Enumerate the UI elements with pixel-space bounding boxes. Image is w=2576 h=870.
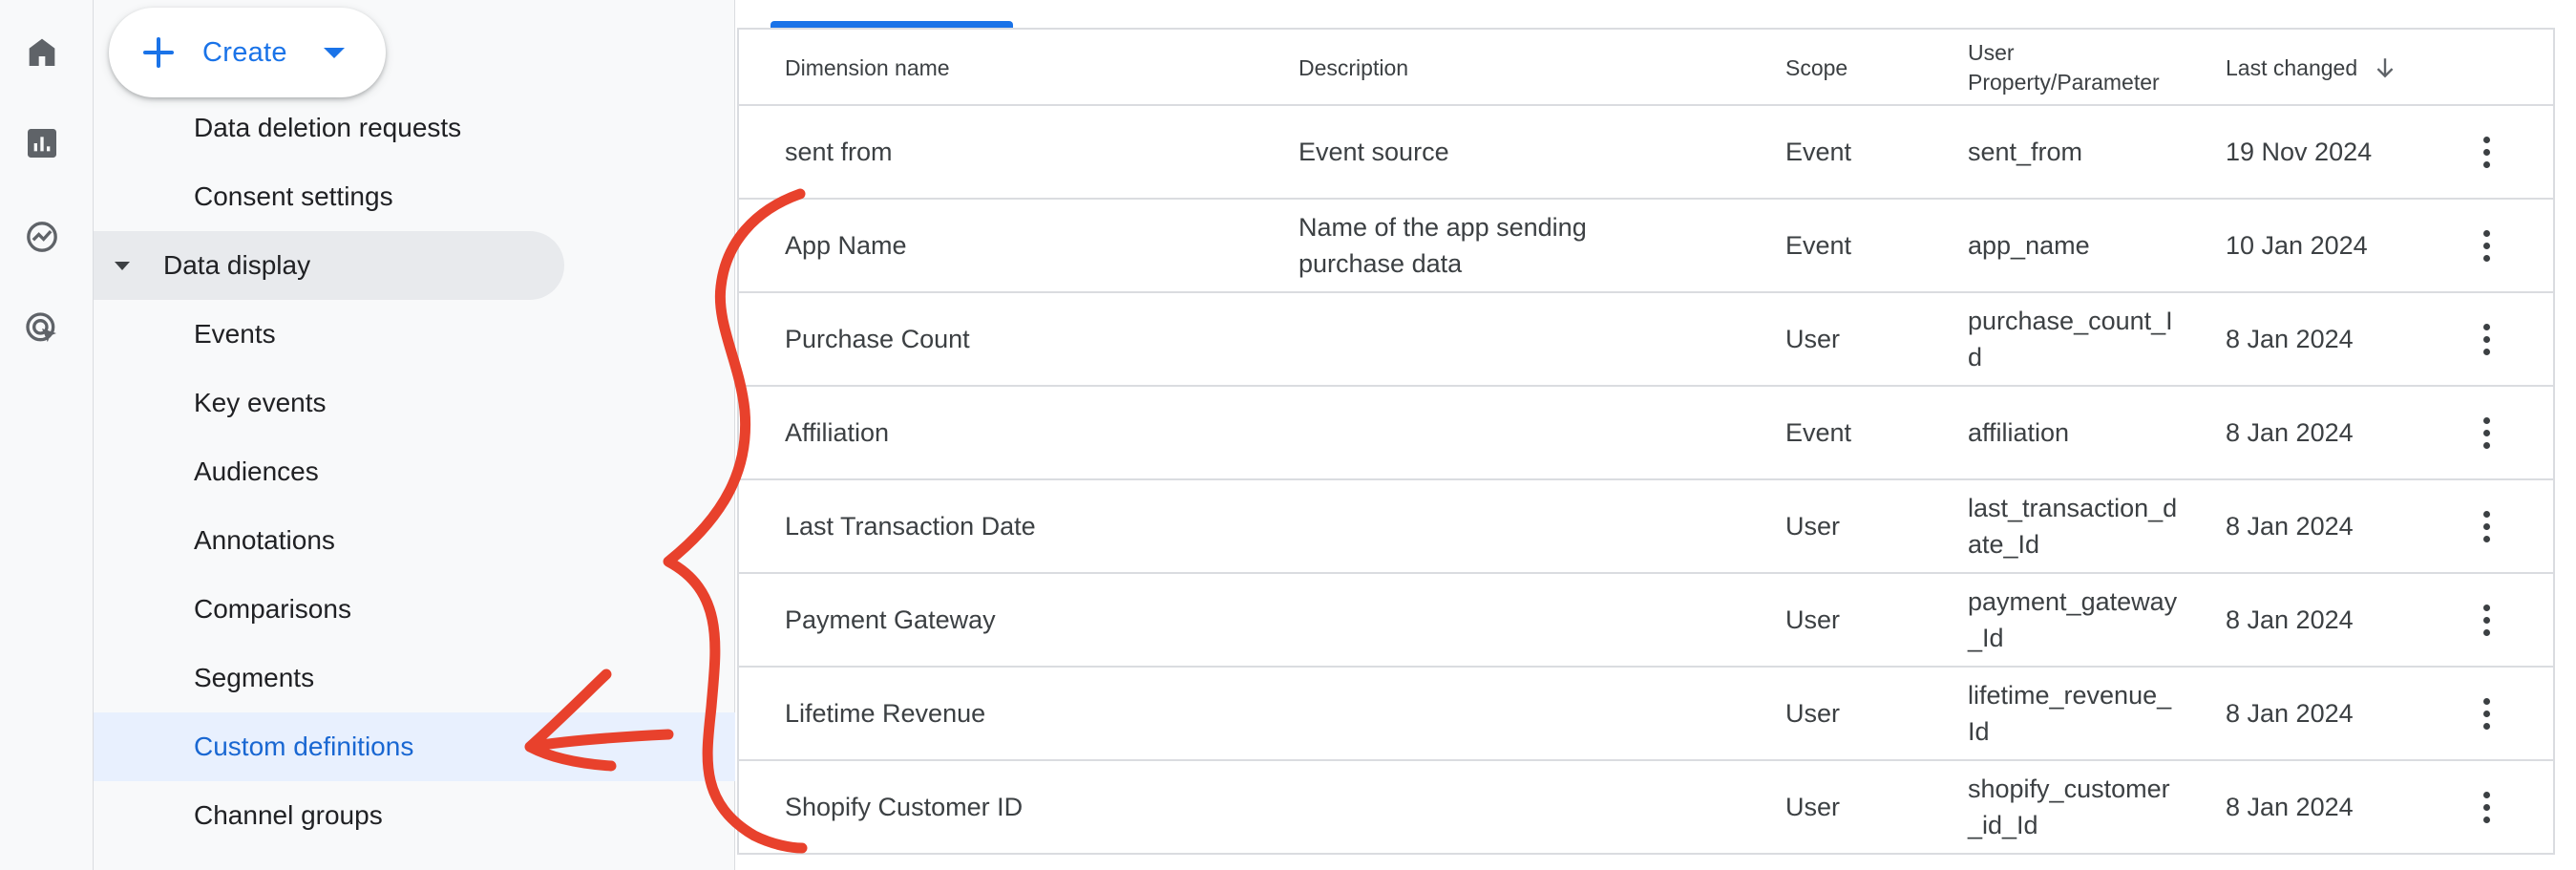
last-changed-cell: 8 Jan 2024: [2226, 512, 2354, 541]
custom-definitions-main: Dimension name Description Scope User Pr…: [737, 0, 2563, 870]
active-tab-indicator: [771, 21, 1013, 28]
table-row[interactable]: Affiliation Event affiliation 8 Jan 2024: [739, 387, 2553, 480]
scope-cell: User: [1785, 512, 1841, 541]
scope-cell: User: [1785, 605, 1841, 634]
header-dimension-name[interactable]: Dimension name: [785, 30, 1262, 106]
last-changed-cell: 19 Nov 2024: [2226, 138, 2373, 166]
sort-descending-icon[interactable]: [2373, 54, 2397, 81]
parameter-cell: affiliation: [1968, 418, 2070, 447]
parameter-cell: shopify_customer_id_Id: [1968, 775, 2170, 839]
collapse-triangle-icon: [115, 262, 130, 270]
dimension-name-cell[interactable]: Shopify Customer ID: [785, 761, 1262, 853]
description-cell: [1299, 574, 1661, 666]
more-options-icon[interactable]: [2465, 574, 2507, 666]
dimension-name-cell[interactable]: App Name: [785, 200, 1262, 291]
parameter-cell: sent_from: [1968, 138, 2083, 166]
more-options-icon[interactable]: [2465, 480, 2507, 572]
dimension-name-cell[interactable]: Affiliation: [785, 387, 1262, 478]
dropdown-caret-icon[interactable]: [323, 47, 345, 58]
custom-dimensions-table: Dimension name Description Scope User Pr…: [737, 28, 2555, 855]
table-row[interactable]: Last Transaction Date User last_transactio…: [739, 480, 2553, 574]
dimension-name-cell[interactable]: Purchase Count: [785, 293, 1262, 385]
dimension-name-cell[interactable]: Last Transaction Date: [785, 480, 1262, 572]
last-changed-cell: 10 Jan 2024: [2226, 231, 2368, 260]
more-options-icon[interactable]: [2465, 293, 2507, 385]
nav-item-key-events[interactable]: Key events: [94, 369, 735, 437]
last-changed-cell: 8 Jan 2024: [2226, 699, 2354, 728]
table-row[interactable]: sent from Event source Event sent_from 19 No…: [739, 106, 2553, 200]
more-options-icon[interactable]: [2465, 200, 2507, 291]
nav-item-data-deletion-requests[interactable]: Data deletion requests: [94, 94, 735, 162]
more-options-icon[interactable]: [2465, 761, 2507, 853]
parameter-cell: last_transaction_date_Id: [1968, 494, 2178, 559]
table-body: sent from Event source Event sent_from 19 No…: [739, 106, 2553, 855]
description-cell: Event source: [1299, 138, 1449, 166]
last-changed-cell: 8 Jan 2024: [2226, 325, 2354, 353]
dimension-name-cell[interactable]: Payment Gateway: [785, 574, 1262, 666]
last-changed-cell: 8 Jan 2024: [2226, 793, 2354, 821]
parameter-cell: lifetime_revenue_Id: [1968, 681, 2172, 746]
create-label: Create: [202, 36, 287, 68]
nav-item-annotations[interactable]: Annotations: [94, 506, 735, 575]
table-row[interactable]: Purchase Count User purchase_count_Id 8 Jan…: [739, 293, 2553, 387]
description-cell: [1299, 668, 1661, 759]
table-header-row: Dimension name Description Scope User Pr…: [739, 30, 2553, 106]
header-scope[interactable]: Scope: [1785, 30, 1938, 106]
description-cell: Name of the app sending purchase data: [1299, 213, 1587, 278]
admin-nav-panel: Create Data deletion requests Consent se…: [94, 0, 735, 870]
icon-rail: [0, 0, 94, 870]
more-options-icon[interactable]: [2465, 106, 2507, 198]
dimension-name-cell[interactable]: Lifetime Revenue: [785, 668, 1262, 759]
last-changed-cell: 8 Jan 2024: [2226, 605, 2354, 634]
create-button[interactable]: Create: [109, 8, 386, 97]
parameter-cell: purchase_count_Id: [1968, 307, 2173, 371]
nav-item-consent-settings[interactable]: Consent settings: [94, 162, 735, 231]
description-cell: [1299, 293, 1661, 385]
explore-icon[interactable]: [21, 216, 63, 258]
dimension-name-cell[interactable]: sent from: [785, 106, 1262, 198]
nav-section-label: Data display: [163, 250, 311, 280]
more-options-icon[interactable]: [2465, 668, 2507, 759]
table-row[interactable]: Shopify Customer ID User shopify_customer_…: [739, 761, 2553, 855]
last-changed-cell: 8 Jan 2024: [2226, 418, 2354, 447]
more-options-icon[interactable]: [2465, 387, 2507, 478]
scope-cell: User: [1785, 699, 1841, 728]
scope-cell: User: [1785, 325, 1841, 353]
header-description[interactable]: Description: [1299, 30, 1661, 106]
parameter-cell: payment_gateway_Id: [1968, 587, 2178, 652]
table-row[interactable]: Lifetime Revenue User lifetime_revenue_Id 8…: [739, 668, 2553, 761]
table-row[interactable]: Payment Gateway User payment_gateway_Id 8 J…: [739, 574, 2553, 668]
parameter-cell: app_name: [1968, 231, 2090, 260]
description-cell: [1299, 480, 1661, 572]
header-user-property-parameter[interactable]: User Property/Parameter: [1968, 30, 2206, 106]
header-last-changed-label: Last changed: [2226, 54, 2358, 80]
nav-section-data-display[interactable]: Data display: [94, 231, 564, 300]
description-cell: [1299, 387, 1661, 478]
description-cell: [1299, 761, 1661, 853]
scope-cell: Event: [1785, 418, 1852, 447]
plus-icon: [143, 37, 174, 68]
header-last-changed[interactable]: Last changed: [2226, 30, 2445, 106]
home-icon[interactable]: [21, 31, 63, 73]
reports-icon[interactable]: [21, 122, 63, 164]
nav-item-custom-definitions[interactable]: Custom definitions: [94, 712, 735, 781]
nav-item-channel-groups[interactable]: Channel groups: [94, 781, 735, 850]
nav-item-segments[interactable]: Segments: [94, 644, 735, 712]
scope-cell: Event: [1785, 231, 1852, 260]
nav-item-events[interactable]: Events: [94, 300, 735, 369]
table-row[interactable]: App Name Name of the app sending purchase…: [739, 200, 2553, 293]
scope-cell: User: [1785, 793, 1841, 821]
nav-item-comparisons[interactable]: Comparisons: [94, 575, 735, 644]
scope-cell: Event: [1785, 138, 1852, 166]
advertising-icon[interactable]: [21, 308, 63, 350]
nav-item-audiences[interactable]: Audiences: [94, 437, 735, 506]
